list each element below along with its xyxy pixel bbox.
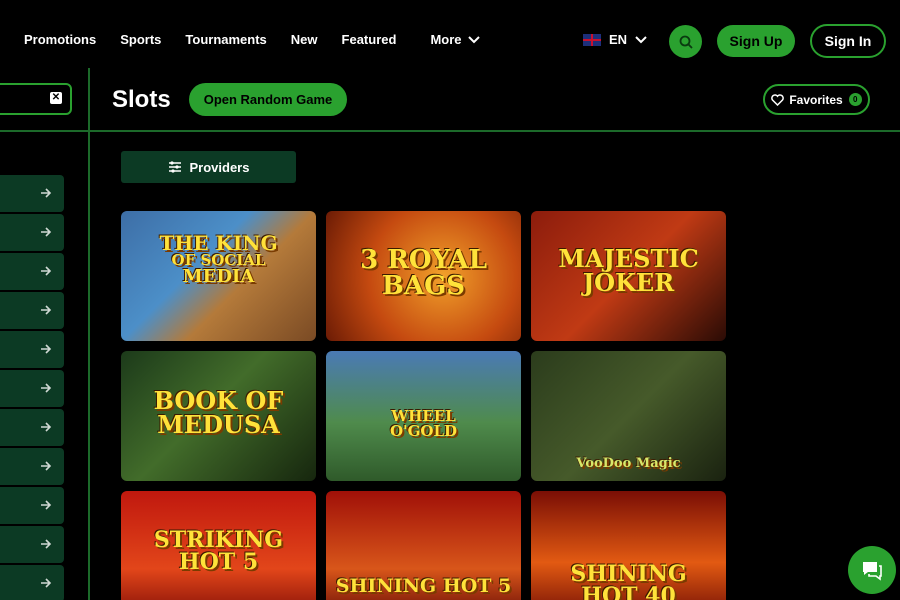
sidebar-item[interactable]	[0, 370, 64, 407]
horizontal-divider	[0, 130, 900, 132]
nav-more[interactable]: More	[430, 32, 480, 47]
favorites-button[interactable]: Favorites 0	[763, 84, 870, 115]
game-title: SHINING HOT 40	[570, 561, 687, 600]
sidebar-item[interactable]	[0, 448, 64, 485]
game-title: VooDoo Magic	[576, 456, 681, 471]
nav-sports[interactable]: Sports	[120, 32, 161, 47]
arrow-right-icon	[41, 305, 52, 315]
chevron-down-icon	[635, 35, 647, 43]
game-tile[interactable]: STRIKING HOT 5	[121, 491, 316, 600]
game-tile[interactable]: WHEEL O'GOLD	[326, 351, 521, 481]
nav-tournaments[interactable]: Tournaments	[185, 32, 266, 47]
sidebar-item[interactable]	[0, 526, 64, 563]
open-random-game-button[interactable]: Open Random Game	[189, 83, 347, 116]
favorites-label: Favorites	[789, 92, 843, 107]
game-tile[interactable]: SHINING HOT 5	[326, 491, 521, 600]
chevron-down-icon	[467, 35, 480, 43]
page-title: Slots	[112, 86, 171, 113]
game-tile[interactable]: THE KING OF SOCIAL MEDIA	[121, 211, 316, 341]
game-title: 3 ROYAL BAGS	[360, 245, 487, 301]
arrow-right-icon	[41, 344, 52, 354]
arrow-right-icon	[41, 188, 52, 198]
game-title: THE KING OF SOCIAL MEDIA	[159, 231, 278, 287]
arrow-right-icon	[41, 539, 52, 549]
providers-label: Providers	[189, 159, 250, 175]
arrow-right-icon	[41, 422, 52, 432]
filter-sliders-icon	[168, 161, 181, 173]
sidebar-item[interactable]	[0, 409, 64, 446]
nav-featured[interactable]: Featured	[342, 32, 397, 47]
arrow-right-icon	[41, 461, 52, 471]
sidebar-item[interactable]	[0, 331, 64, 368]
providers-filter-button[interactable]: Providers	[121, 151, 296, 183]
game-tile[interactable]: VooDoo Magic	[531, 351, 726, 481]
language-label: EN	[609, 32, 628, 47]
game-title: BOOK OF MEDUSA	[153, 386, 284, 439]
nav-promotions[interactable]: Promotions	[24, 32, 96, 47]
game-tile[interactable]: MAJESTIC JOKER	[531, 211, 726, 341]
sign-up-button[interactable]: Sign Up	[717, 25, 795, 57]
search-button[interactable]	[669, 25, 702, 58]
sidebar-item[interactable]	[0, 292, 64, 329]
sidebar-item[interactable]	[0, 253, 64, 290]
sidebar-category-list	[0, 175, 64, 600]
game-tile[interactable]: SHINING HOT 40	[531, 491, 726, 600]
sidebar-item[interactable]	[0, 175, 64, 212]
game-title: MAJESTIC JOKER	[558, 244, 699, 297]
arrow-right-icon	[41, 266, 52, 276]
nav-more-label: More	[430, 32, 462, 47]
game-tile[interactable]: 3 ROYAL BAGS	[326, 211, 521, 341]
search-icon	[679, 35, 693, 49]
main-nav: Promotions Sports Tournaments New Featur…	[24, 32, 504, 47]
game-tile[interactable]: BOOK OF MEDUSA	[121, 351, 316, 481]
game-title: WHEEL O'GOLD	[389, 407, 458, 440]
clear-search-icon[interactable]: ✕	[50, 92, 62, 104]
game-title: STRIKING HOT 5	[153, 527, 284, 575]
sign-in-button[interactable]: Sign In	[810, 24, 886, 58]
uk-flag-icon	[583, 33, 601, 46]
sidebar-item[interactable]	[0, 565, 64, 600]
sidebar-item[interactable]	[0, 214, 64, 251]
vertical-divider	[88, 68, 90, 600]
arrow-right-icon	[41, 383, 52, 393]
live-chat-button[interactable]	[848, 546, 896, 594]
language-selector[interactable]: EN	[583, 32, 647, 47]
game-title: SHINING HOT 5	[335, 575, 512, 597]
nav-new[interactable]: New	[291, 32, 318, 47]
heart-icon	[771, 93, 785, 106]
arrow-right-icon	[41, 578, 52, 588]
arrow-right-icon	[41, 227, 52, 237]
sidebar-item[interactable]	[0, 487, 64, 524]
favorites-count-badge: 0	[848, 93, 862, 106]
arrow-right-icon	[41, 500, 52, 510]
top-bar: Promotions Sports Tournaments New Featur…	[0, 0, 900, 80]
chat-icon	[863, 562, 882, 581]
